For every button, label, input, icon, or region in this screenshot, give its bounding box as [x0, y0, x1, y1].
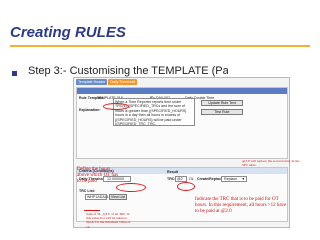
- result-annotation: @2.0 will replace the second entry in th…: [242, 159, 300, 168]
- slide-title: Creating RULES: [10, 24, 126, 41]
- trc-list-label: TRC List:: [79, 189, 95, 193]
- trc-suffix: OL: [189, 177, 194, 181]
- bullet-icon: [12, 71, 17, 76]
- trc-highlight-circle: [177, 182, 195, 191]
- chevron-down-icon: ▼: [241, 177, 245, 181]
- explanation-textarea[interactable]: When a Time Reporter reports time under …: [113, 98, 195, 126]
- title-divider: [10, 45, 310, 47]
- rule-panel-header: [77, 88, 287, 94]
- explanation-highlight-circle: [103, 103, 129, 110]
- explanation-label: Explanation:: [79, 108, 101, 112]
- tab-template-header[interactable]: Template Header: [76, 79, 108, 85]
- tab-bar: Template Header Daily Threshold: [76, 79, 138, 86]
- create-replace-value: Replace: [224, 177, 238, 181]
- slide: Creating RULES Step 3:- Customising the …: [0, 0, 320, 240]
- define-hours-annotation: Define the hours above which OT has to b…: [77, 167, 119, 184]
- indicate-trc-annotation: Indicate the TRC that is to be paid for …: [195, 197, 287, 214]
- update-rule-text-button[interactable]: Update Rule Text: [201, 100, 243, 106]
- trc-list-underline: [84, 210, 100, 211]
- trc-value: @2: [177, 177, 183, 181]
- view-list-button[interactable]: View List: [109, 194, 127, 200]
- test-rule-button[interactable]: Test Rule: [201, 109, 243, 115]
- tab-daily-threshold[interactable]: Daily Threshold: [108, 79, 138, 85]
- create-replace-select[interactable]: Replace ▼: [221, 176, 247, 182]
- rule-panel: Rule Template: TEMPLATE 018 ID: DAILY02 …: [76, 87, 288, 159]
- trc-list-input[interactable]: WHP1ADAL107: [85, 194, 113, 200]
- trc-list-annotation: Sum of TL_QTY of all TRC in this value l…: [86, 212, 131, 229]
- result-header: Result: [167, 170, 178, 174]
